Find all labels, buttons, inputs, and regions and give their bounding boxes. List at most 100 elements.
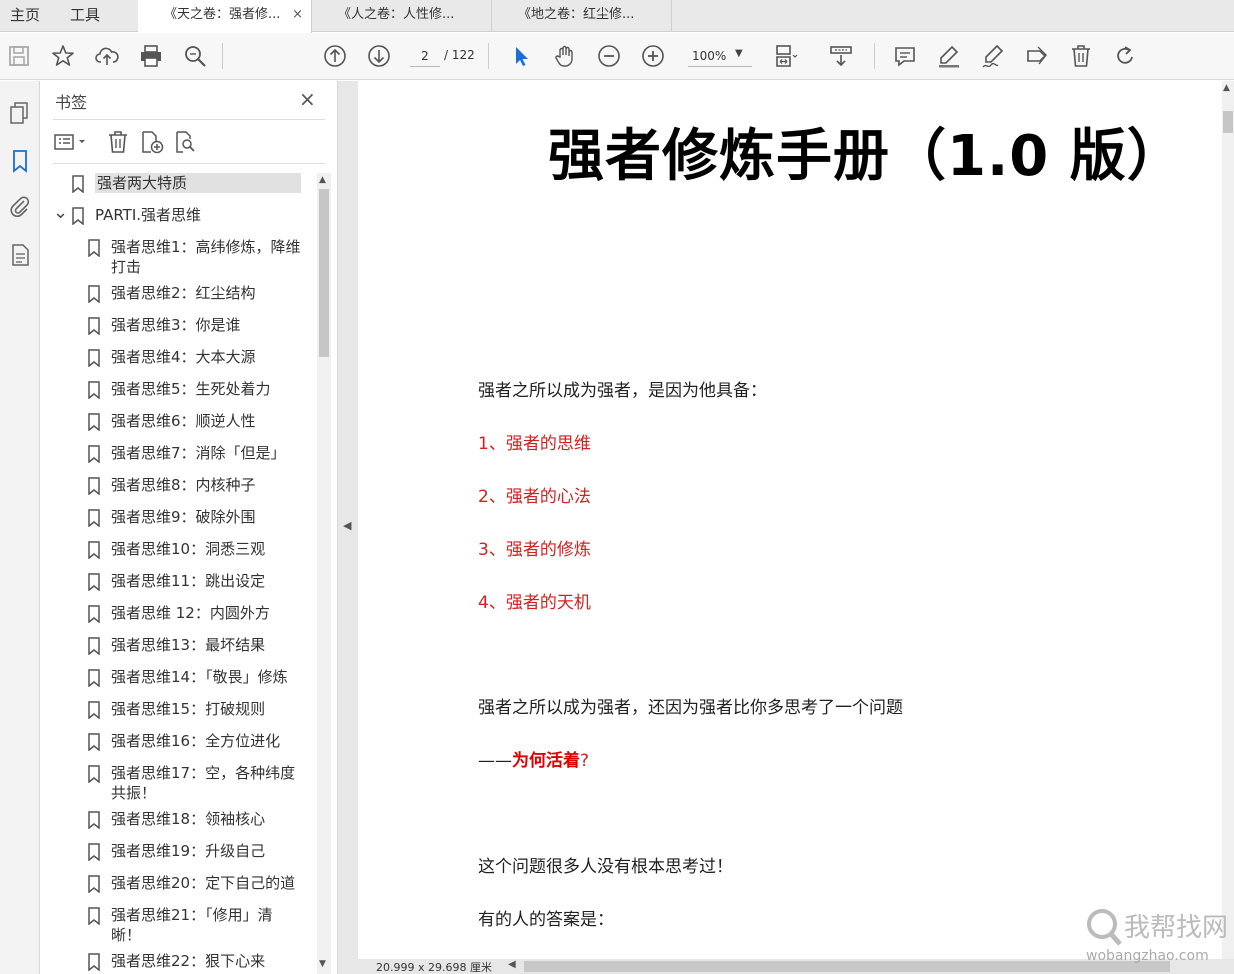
collapse-panel-icon[interactable]: ◀ [343,519,351,532]
bookmark-label: 强者思维9：破除外围 [111,508,256,526]
document-page: 强者修炼手册（1.0 版） 强者之所以成为强者，是因为他具备： 1、强者的思维 … [358,81,1222,959]
bookmark-label: 强者思维15：打破规则 [111,700,266,718]
document-scrollbar[interactable]: ▲ [1222,81,1234,959]
next-page-icon[interactable] [366,43,392,69]
close-icon[interactable]: × [299,87,316,111]
menu-home[interactable]: 主页 [10,0,40,32]
page-total: / 122 [444,48,475,62]
bookmark-label: 强者思维3：你是谁 [111,316,241,334]
attachment-icon[interactable] [6,193,34,221]
panel-title: 书签 [55,93,88,112]
main-toolbar: / 122 100% ▼ [0,33,1234,80]
scroll-down-icon[interactable]: ▼ [319,959,326,969]
bookmark-icon [88,765,100,783]
document-tab-label: 《人之卷：人性修... [338,7,455,22]
bookmark-icon [72,175,84,193]
document-tab-2[interactable]: 《人之卷：人性修... [312,0,492,32]
page-number-input[interactable] [410,45,440,67]
bookmark-icon [88,285,100,303]
bookmark-icon [88,907,100,925]
bookmark-label: 强者两大特质 [95,173,301,193]
intro-paragraph: 强者之所以成为强者，是因为他具备： [478,381,767,401]
delete-bookmark-icon[interactable] [105,129,131,155]
bookmark-icon [88,349,100,367]
scroll-up-icon[interactable]: ▲ [1223,83,1230,93]
bookmark-icon [72,207,84,225]
bookmark-icon [88,875,100,893]
prev-page-icon[interactable] [322,43,348,69]
watermark: 我帮找网 wobangzhao.com [1080,904,1230,970]
bookmark-icon [88,541,100,559]
document-tab-label: 《地之卷：红尘修... [518,7,635,22]
paragraph: 有的人的答案是： [478,910,614,930]
bookmark-icon [88,317,100,335]
horizontal-scrollbar[interactable] [524,961,1170,972]
toolbar-separator [874,43,875,69]
select-icon[interactable] [508,43,534,69]
panel-splitter[interactable]: ◀ [338,81,356,974]
bookmark-label: 强者思维10：洞悉三观 [111,540,266,558]
fit-page-icon[interactable] [772,43,798,69]
bookmark-label: 强者思维21：「修用」清晰！ [111,906,273,944]
bookmark-icon [88,509,100,527]
page-size-label: 20.999 x 29.698 厘米 [376,961,492,974]
print-icon[interactable] [138,43,164,69]
bookmark-label: 强者思维6：顺逆人性 [111,412,256,430]
bookmark-icon [88,381,100,399]
bookmark-options-icon[interactable] [53,129,89,155]
scroll-up-icon[interactable]: ▲ [319,175,326,185]
bookmark-icon [88,573,100,591]
highlight-icon[interactable] [936,43,962,69]
list-item: 2、强者的心法 [478,487,591,507]
search-icon[interactable] [182,43,208,69]
add-bookmark-icon[interactable] [139,129,165,155]
zoom-in-icon[interactable] [640,43,666,69]
hand-icon[interactable] [552,43,578,69]
divider [53,163,325,164]
delete-icon[interactable] [1068,43,1094,69]
bookmark-panel: 书签 × 强者两大特质 PARTI.强者思维 ⌄ 强者思维1：高纬修炼，降维打击 强者思… [41,81,338,974]
fill-sign-icon[interactable] [1024,43,1050,69]
document-tab-label: 《天之卷：强者修... [164,7,281,22]
bookmark-label: 强者思维11：跳出设定 [111,572,266,590]
watermark-url: wobangzhao.com [1086,948,1209,964]
toolbar-separator [488,43,489,69]
comment-icon[interactable] [892,43,918,69]
bookmark-label: 强者思维8：内核种子 [111,476,256,494]
bookmark-label: 强者思维4：大本大源 [111,348,256,366]
sign-icon[interactable] [980,43,1006,69]
question-mark: ? [580,751,590,771]
bookmark-label: 强者思维7：消除「但是」 [111,444,286,462]
document-tab-1[interactable]: 《天之卷：强者修... × [138,0,312,33]
toolbar-separator [222,43,223,69]
panel-scrollbar[interactable]: ▲ ▼ [317,173,331,974]
scroll-mode-icon[interactable] [828,43,854,69]
bookmark-icon [88,701,100,719]
bookmark-icon [88,811,100,829]
paragraph: 这个问题很多人没有根本思考过！ [478,857,733,877]
chevron-down-icon[interactable]: ⌄ [53,204,68,222]
tab-close-icon[interactable]: × [292,0,303,30]
save-icon[interactable] [6,43,32,69]
scrollbar-thumb[interactable] [1223,111,1233,133]
bookmark-label: 强者思维5：生死处着力 [111,380,271,398]
document-properties-icon[interactable] [6,241,34,269]
scroll-left-icon[interactable]: ◀ [508,959,516,970]
find-bookmark-icon[interactable] [173,129,199,155]
menu-tools[interactable]: 工具 [70,0,100,32]
list-item: 1、强者的思维 [478,434,591,454]
bookmark-panel-icon[interactable] [6,147,34,175]
rotate-icon[interactable] [1112,43,1138,69]
document-view: 强者修炼手册（1.0 版） 强者之所以成为强者，是因为他具备： 1、强者的思维 … [356,81,1234,974]
scrollbar-thumb[interactable] [319,189,329,357]
pages-thumbnail-icon[interactable] [6,99,34,127]
bookmark-icon [88,605,100,623]
bookmark-icon [88,669,100,687]
chevron-down-icon[interactable]: ▼ [735,48,743,59]
document-tab-3[interactable]: 《地之卷：红尘修... [492,0,672,32]
star-icon[interactable] [50,43,76,69]
upload-icon[interactable] [94,43,120,69]
bookmark-icon [88,637,100,655]
bookmark-label: 强者思维19：升级自己 [111,842,266,860]
zoom-out-icon[interactable] [596,43,622,69]
